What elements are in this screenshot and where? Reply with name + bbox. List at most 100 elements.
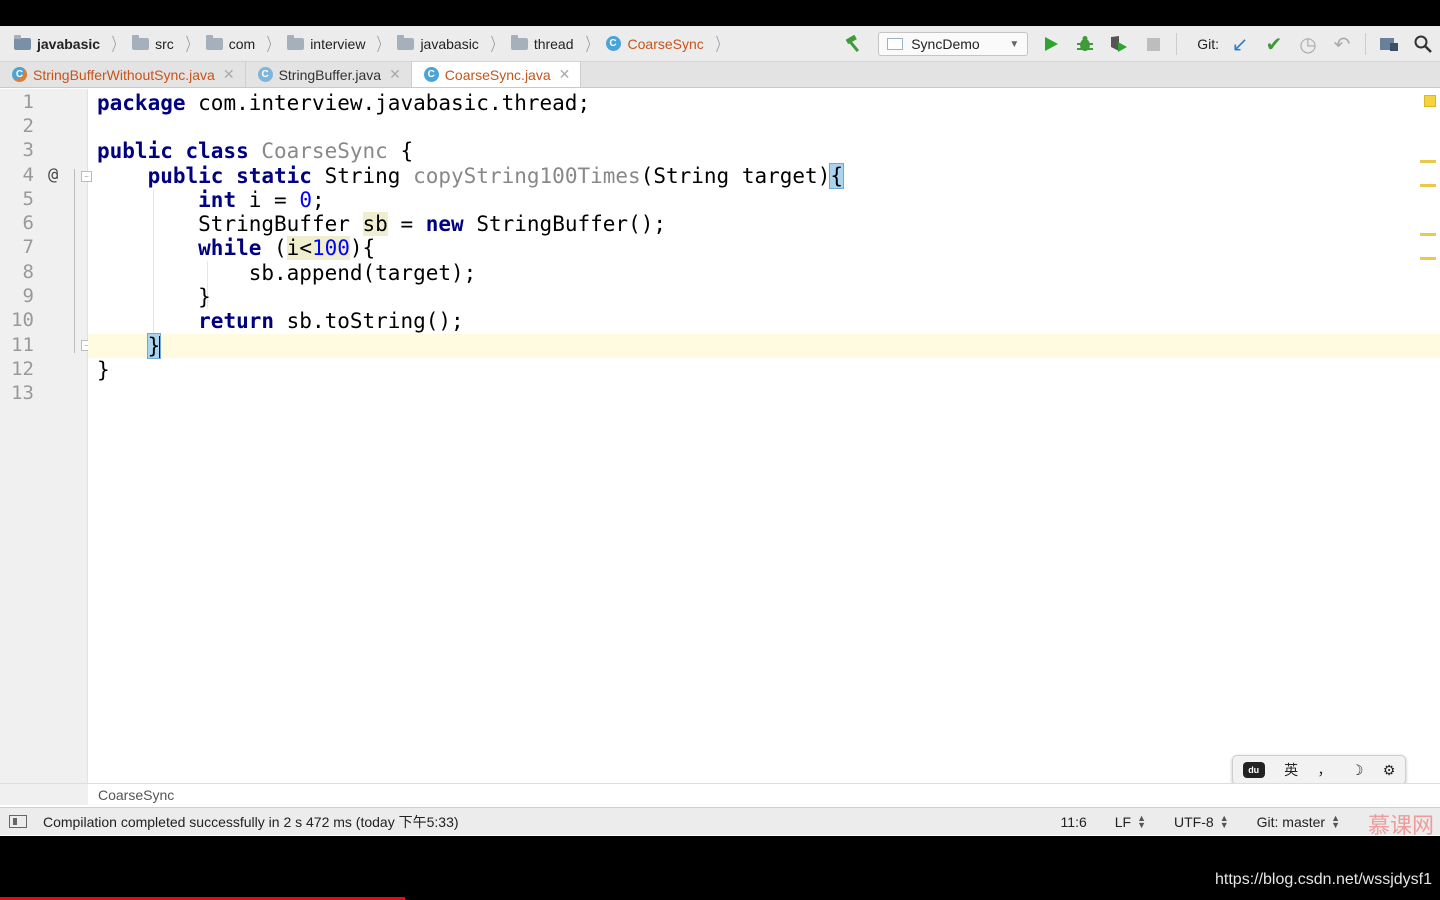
breadcrumb-item-project[interactable]: javabasic 〉	[14, 26, 132, 61]
code-line-7[interactable]: while (i<100){	[97, 236, 375, 260]
breadcrumb-item-src[interactable]: src 〉	[132, 26, 206, 61]
breadcrumb-item-interview[interactable]: interview 〉	[287, 26, 397, 61]
caret-position[interactable]: 11:6	[1061, 814, 1087, 830]
warning-stripe[interactable]	[1420, 233, 1436, 236]
editor-gutter[interactable]: 1 2 3 4 5 6 7 8 9 10 11 12 13 @ − −	[0, 89, 92, 783]
structure-crumb-label[interactable]: CoarseSync	[98, 787, 174, 803]
line-number: 13	[11, 382, 34, 404]
class-name: CoarseSync	[248, 139, 388, 163]
code-text: }	[198, 285, 211, 309]
code-line-11[interactable]: }	[97, 333, 162, 359]
code-text: (	[261, 236, 287, 260]
line-number: 10	[11, 309, 34, 331]
keyword: package	[97, 91, 186, 115]
status-message[interactable]: Compilation completed successfully in 2 …	[43, 812, 459, 832]
up-down-arrows-icon: ▲ ▼	[1137, 813, 1147, 830]
breadcrumb-item-thread[interactable]: thread 〉	[510, 26, 606, 61]
breadcrumb-label: com	[228, 35, 256, 52]
gutter-continuation	[0, 784, 88, 805]
undo-icon: ↶	[1333, 33, 1351, 56]
up-down-arrows-icon: ▲ ▼	[1331, 813, 1340, 830]
status-bar-widgets: 11:6 LF ▲ ▼ UTF-8 ▲ ▼ Git: master ▲ ▼ 慕课网	[1047, 808, 1440, 838]
clock-icon: ◷	[1299, 33, 1317, 56]
git-update-button[interactable]: ↙	[1223, 26, 1257, 62]
code-line-1[interactable]: package com.interview.javabasic.thread;	[97, 91, 590, 115]
code-line-5[interactable]: int i = 0;	[97, 188, 324, 212]
keyword: public class	[97, 139, 249, 163]
tool-windows-toggle-icon[interactable]	[9, 815, 27, 828]
code-structure-breadcrumb: CoarseSync	[0, 783, 1440, 805]
code-line-3[interactable]: public class CoarseSync {	[97, 139, 413, 163]
chevron-right-icon: 〉	[585, 34, 596, 55]
debug-button[interactable]	[1068, 26, 1102, 62]
git-branch-widget[interactable]: Git: master ▲ ▼	[1256, 813, 1340, 831]
tab-label: StringBuffer.java	[278, 66, 382, 83]
project-structure-button[interactable]	[1372, 26, 1406, 62]
git-label: Git:	[1197, 36, 1219, 52]
keyword: return	[198, 309, 275, 333]
text-caret	[159, 336, 162, 358]
ime-language-toggle[interactable]: 英	[1284, 760, 1298, 780]
run-with-coverage-button[interactable]	[1102, 26, 1136, 62]
line-separator-widget[interactable]: LF ▲ ▼	[1115, 813, 1147, 831]
gear-icon[interactable]: ⚙	[1383, 762, 1396, 779]
override-marker-icon[interactable]: @	[48, 165, 58, 185]
close-icon[interactable]: ✕	[559, 66, 571, 83]
warning-stripe[interactable]	[1420, 184, 1436, 187]
warning-stripe[interactable]	[1420, 257, 1436, 260]
toolbar-separator	[1176, 33, 1178, 55]
highlighted-condition: i<	[286, 236, 312, 260]
matched-brace: {	[829, 163, 844, 189]
run-button[interactable]	[1034, 26, 1068, 62]
project-folder-icon	[14, 34, 31, 50]
library-class-icon: C	[257, 67, 273, 82]
folder-icon	[397, 34, 415, 50]
inspection-status-icon[interactable]	[1424, 95, 1436, 107]
breadcrumb-label: javabasic	[37, 35, 101, 52]
line-number: 6	[22, 212, 34, 234]
code-line-10[interactable]: return sb.toString();	[97, 309, 464, 333]
close-icon[interactable]: ✕	[223, 66, 235, 83]
code-text: sb.append(target);	[248, 261, 477, 285]
code-line-12[interactable]: }	[97, 358, 110, 382]
warning-stripe[interactable]	[1420, 160, 1436, 163]
breadcrumb-item-class[interactable]: C CoarseSync 〉	[605, 26, 736, 61]
git-branch-label: Git: master	[1256, 814, 1326, 830]
fold-collapse-icon[interactable]: −	[81, 171, 92, 182]
breadcrumb-item-javabasic[interactable]: javabasic 〉	[397, 26, 510, 61]
tab-stringbuffer[interactable]: C StringBuffer.java ✕	[246, 62, 412, 87]
code-line-4[interactable]: public static String copyString100Times(…	[97, 163, 844, 189]
close-icon[interactable]: ✕	[389, 66, 401, 83]
search-everywhere-button[interactable]	[1406, 26, 1440, 62]
ime-logo-icon[interactable]: du	[1242, 762, 1265, 778]
line-number: 2	[22, 115, 34, 137]
code-editor[interactable]: 1 2 3 4 5 6 7 8 9 10 11 12 13 @ − − pack…	[0, 89, 1440, 783]
code-text: =	[387, 212, 426, 236]
watermark-url: https://blog.csdn.net/wssjdysf1	[1215, 871, 1432, 888]
tab-coarsesync[interactable]: C CoarseSync.java ✕	[411, 62, 582, 87]
git-revert-button[interactable]: ↶	[1325, 26, 1359, 62]
up-down-arrows-icon: ▲ ▼	[1219, 813, 1229, 830]
git-history-button[interactable]: ◷	[1291, 26, 1325, 62]
breadcrumb-item-com[interactable]: com 〉	[205, 26, 287, 61]
build-hammer-button[interactable]	[838, 26, 872, 62]
status-bar: Compilation completed successfully in 2 …	[0, 807, 1440, 838]
ime-punctuation-toggle[interactable]: ，	[1317, 760, 1331, 780]
ime-toolbar[interactable]: du 英 ， ☽ ⚙	[1232, 755, 1406, 785]
encoding-widget[interactable]: UTF-8 ▲ ▼	[1174, 813, 1229, 831]
tab-label: StringBufferWithoutSync.java	[33, 66, 215, 83]
moon-icon[interactable]: ☽	[1351, 762, 1364, 779]
run-config-label: SyncDemo	[911, 36, 980, 52]
chevron-right-icon: 〉	[490, 34, 502, 55]
top-letterbox	[0, 0, 1440, 26]
stop-button[interactable]	[1136, 26, 1170, 62]
run-configuration-select[interactable]: SyncDemo ▼	[878, 32, 1029, 56]
breadcrumb-label: interview	[310, 35, 366, 52]
code-line-9[interactable]: }	[97, 285, 211, 309]
code-line-6[interactable]: StringBuffer sb = new StringBuffer();	[97, 212, 666, 236]
keyword: while	[198, 236, 262, 260]
tab-stringbufferwithoutsync[interactable]: C StringBufferWithoutSync.java ✕	[0, 62, 246, 87]
git-commit-button[interactable]: ✔	[1257, 26, 1291, 62]
chevron-right-icon: 〉	[377, 34, 388, 55]
code-line-8[interactable]: sb.append(target);	[97, 261, 477, 285]
